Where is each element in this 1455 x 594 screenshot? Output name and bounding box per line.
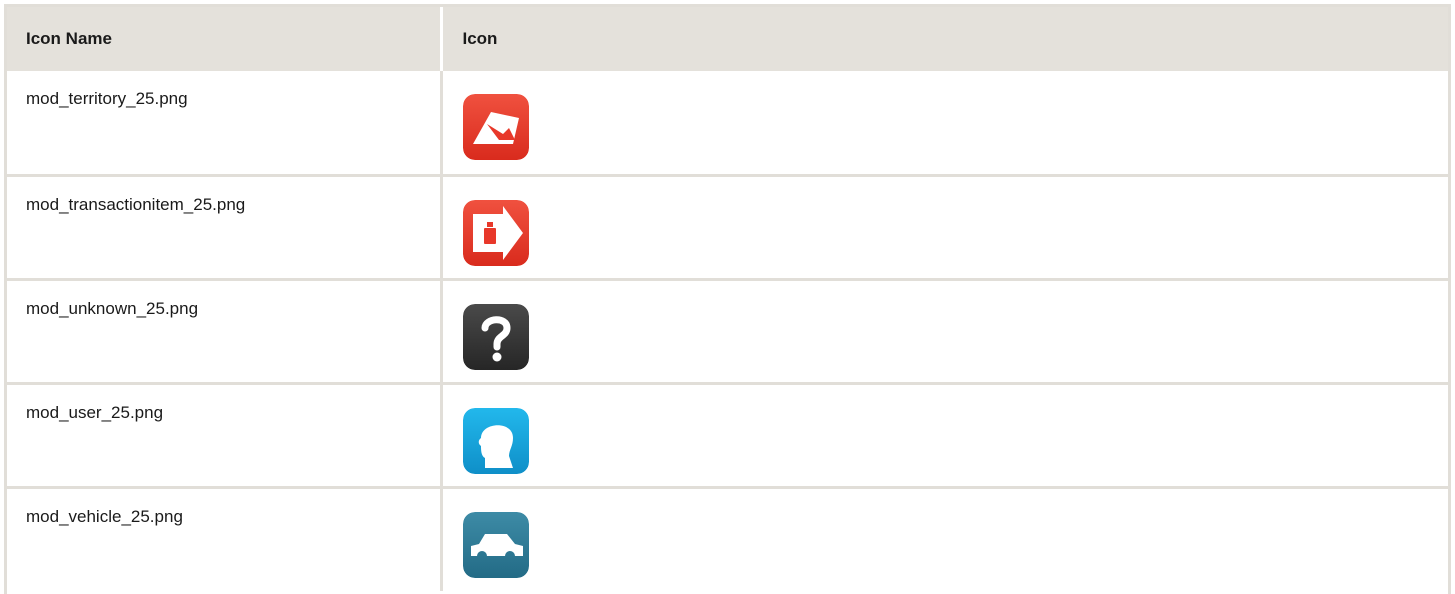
icon-name-cell: mod_unknown_25.png [7, 279, 443, 385]
territory-icon [462, 94, 529, 160]
table-row: mod_vehicle_25.png [7, 487, 1448, 591]
column-header-icon: Icon [441, 7, 1448, 71]
icon-cell [441, 383, 1448, 489]
table-row: mod_territory_25.png [7, 71, 1448, 177]
icon-name-cell: mod_vehicle_25.png [7, 487, 443, 591]
icon-cell [441, 487, 1448, 591]
icon-name-cell: mod_transactionitem_25.png [7, 175, 443, 281]
icon-table: Icon Name Icon mod_territory_25.png mod_… [7, 7, 1448, 591]
icon-cell [441, 175, 1448, 281]
icon-cell [441, 279, 1448, 385]
transaction-item-icon [462, 199, 529, 266]
icon-cell [441, 71, 1448, 177]
table-header-row: Icon Name Icon [7, 7, 1448, 71]
icon-table-container: Icon Name Icon mod_territory_25.png mod_… [4, 4, 1451, 594]
table-row: mod_unknown_25.png [7, 279, 1448, 385]
user-icon [462, 407, 529, 474]
table-row: mod_user_25.png [7, 383, 1448, 489]
column-header-icon-name: Icon Name [7, 7, 443, 71]
icon-name-cell: mod_user_25.png [7, 383, 443, 489]
unknown-icon [462, 303, 529, 370]
icon-name-cell: mod_territory_25.png [7, 71, 443, 177]
vehicle-icon [462, 511, 529, 578]
table-row: mod_transactionitem_25.png [7, 175, 1448, 281]
